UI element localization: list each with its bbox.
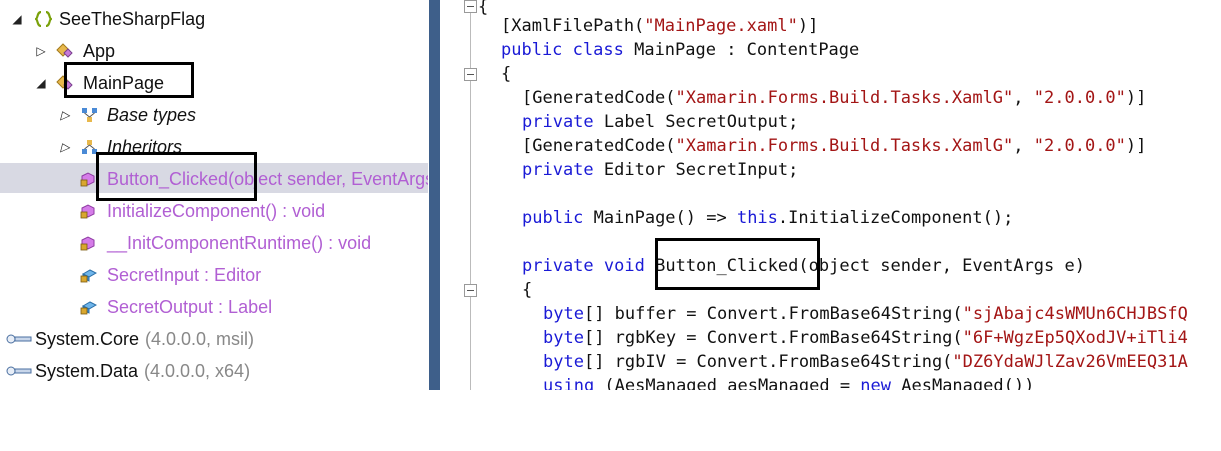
code-line: [GeneratedCode("Xamarin.Forms.Build.Task… — [522, 136, 1147, 156]
code-line: [GeneratedCode("Xamarin.Forms.Build.Task… — [522, 88, 1147, 108]
member-label: InitializeComponent() : void — [107, 201, 326, 221]
code-line: byte[] rgbIV = Convert.FromBase64String(… — [543, 352, 1188, 372]
base-types-label: Base types — [107, 105, 197, 125]
code-line: private Label SecretOutput; — [522, 112, 799, 132]
private-method-icon — [80, 236, 95, 251]
code-line: { — [522, 280, 533, 300]
decompiler-window: ◢ SeeTheSharpFlag ▷ App ◢ MainPage ▷ Bas… — [0, 0, 1221, 390]
collapse-arrow-icon[interactable]: ◢ — [34, 70, 48, 96]
code-line: byte[] rgbKey = Convert.FromBase64String… — [543, 328, 1188, 348]
namespace-label: SeeTheSharpFlag — [59, 9, 206, 29]
assembly-detail: (4.0.0.0, msil) — [145, 329, 255, 349]
assembly-name: System.Data — [35, 361, 139, 381]
code-line: private Editor SecretInput; — [522, 160, 799, 180]
namespace-icon — [35, 11, 52, 27]
expand-arrow-icon[interactable]: ▷ — [34, 38, 48, 64]
code-line: [XamlFilePath("MainPage.xaml")] — [501, 16, 819, 36]
pane-splitter[interactable] — [429, 0, 440, 390]
code-line: { — [478, 0, 489, 17]
assembly-tree[interactable]: ◢ SeeTheSharpFlag ▷ App ◢ MainPage ▷ Bas… — [0, 0, 428, 390]
fold-toggle-icon[interactable] — [464, 0, 477, 13]
highlight-box-button-clicked-node — [96, 152, 257, 201]
expand-arrow-icon[interactable]: ▷ — [58, 102, 72, 128]
assembly-detail: (4.0.0.0, x64) — [144, 361, 251, 381]
assembly-reference-icon — [6, 334, 32, 344]
code-line: public MainPage() => this.InitializeComp… — [522, 208, 1014, 228]
highlight-box-mainpage — [64, 62, 194, 98]
fold-guide — [470, 297, 471, 390]
fold-guide — [470, 13, 471, 68]
fold-toggle-icon[interactable] — [464, 284, 477, 297]
highlight-box-button-clicked-code — [655, 238, 820, 290]
expand-arrow-icon[interactable]: ▷ — [58, 134, 72, 160]
collapse-arrow-icon[interactable]: ◢ — [10, 6, 24, 32]
member-label: SecretInput : Editor — [107, 265, 262, 285]
fold-guide — [470, 81, 471, 284]
assembly-reference-icon — [6, 366, 32, 376]
private-method-icon — [80, 204, 95, 219]
member-label: __InitComponentRuntime() : void — [107, 233, 372, 253]
private-field-icon — [80, 269, 97, 283]
base-types-icon — [82, 108, 97, 122]
member-label: SecretOutput : Label — [107, 297, 273, 317]
code-line: public class MainPage : ContentPage — [501, 40, 860, 60]
class-icon — [56, 43, 73, 58]
fold-toggle-icon[interactable] — [464, 68, 477, 81]
assembly-name: System.Core — [35, 329, 140, 349]
code-line: byte[] buffer = Convert.FromBase64String… — [543, 304, 1188, 324]
code-line: using (AesManaged aesManaged = new AesMa… — [543, 376, 1035, 390]
code-line: { — [501, 64, 512, 84]
private-field-icon — [80, 301, 97, 315]
code-editor[interactable]: { [XamlFilePath("MainPage.xaml")] public… — [440, 0, 1221, 390]
class-label-app: App — [83, 41, 116, 61]
private-method-icon — [80, 172, 95, 187]
